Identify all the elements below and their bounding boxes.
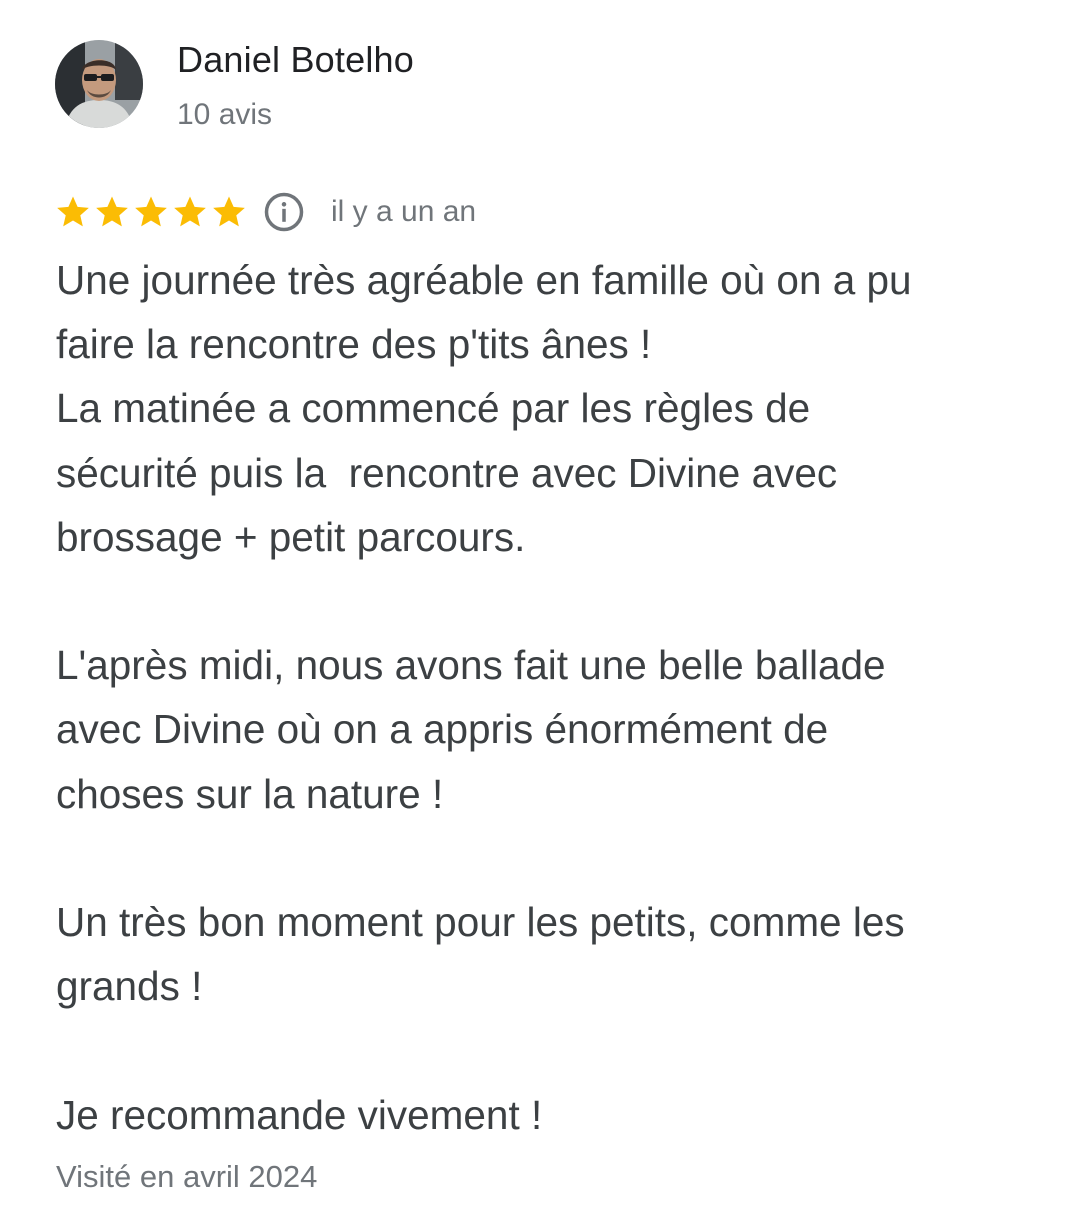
star-icon — [174, 196, 206, 227]
star-rating — [54, 193, 249, 231]
review-relative-date: il y a un an — [331, 195, 477, 228]
user-photo-icon — [55, 40, 143, 128]
star-icon — [96, 196, 128, 227]
author-name[interactable]: Daniel Botelho — [177, 38, 414, 82]
info-icon[interactable] — [263, 191, 305, 233]
review-card: Daniel Botelho 10 avis il y a un an Une … — [0, 0, 1080, 1219]
star-icon — [135, 196, 167, 227]
visit-date: Visité en avril 2024 — [56, 1159, 318, 1194]
author-review-count[interactable]: 10 avis — [177, 96, 272, 134]
star-icon — [57, 196, 89, 227]
rating-row: il y a un an — [54, 190, 476, 234]
star-icon — [213, 196, 245, 227]
review-body: Une journée très agréable en famille où … — [56, 257, 912, 1138]
author-avatar[interactable] — [55, 40, 143, 128]
